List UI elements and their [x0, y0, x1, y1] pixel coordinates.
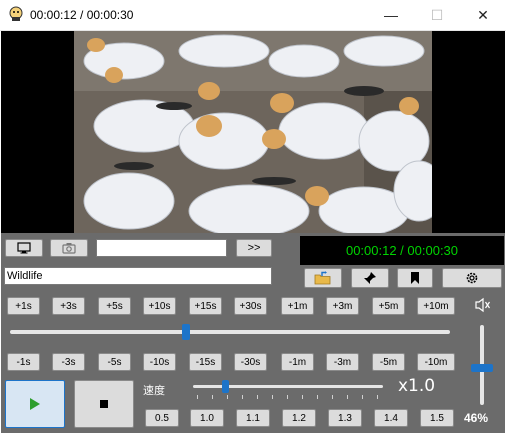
seek-track — [10, 330, 450, 334]
monitor-icon — [17, 242, 31, 254]
minimize-button[interactable]: — — [368, 0, 414, 30]
speed-tick — [242, 395, 243, 399]
jump-back-button[interactable]: -3s — [52, 353, 85, 371]
jump-forward-button[interactable]: +5s — [98, 297, 131, 315]
title-input[interactable] — [4, 267, 272, 285]
bookmark-icon — [411, 272, 419, 284]
screen-button[interactable] — [5, 239, 43, 257]
jump-back-button[interactable]: -5m — [372, 353, 405, 371]
speed-tick — [332, 395, 333, 399]
video-area[interactable] — [1, 31, 505, 233]
close-button[interactable]: ✕ — [460, 0, 506, 30]
pin-button[interactable] — [351, 268, 389, 288]
name-input[interactable] — [96, 239, 227, 257]
speed-tick — [227, 395, 228, 399]
maximize-button[interactable]: ☐ — [414, 0, 460, 30]
jump-back-button[interactable]: -5s — [98, 353, 131, 371]
next-button[interactable]: >> — [236, 239, 272, 257]
speed-preset-button[interactable]: 1.4 — [374, 409, 408, 427]
camera-icon — [62, 243, 76, 254]
speed-label: 速度 — [143, 385, 165, 397]
open-folder-button[interactable] — [304, 268, 342, 288]
speaker-icon — [475, 297, 490, 313]
window-title: 00:00:12 / 00:00:30 — [30, 8, 134, 22]
jump-back-button[interactable]: -1s — [7, 353, 40, 371]
mute-button[interactable] — [474, 297, 492, 313]
jump-back-button[interactable]: -1m — [281, 353, 314, 371]
speed-tick — [197, 395, 198, 399]
speed-preset-button[interactable]: 1.0 — [190, 409, 224, 427]
jump-back-button[interactable]: -10s — [143, 353, 176, 371]
speed-tick — [377, 395, 378, 399]
jump-forward-button[interactable]: +1m — [281, 297, 314, 315]
speed-preset-button[interactable]: 1.3 — [328, 409, 362, 427]
volume-percent: 46% — [464, 411, 489, 425]
seek-slider[interactable] — [10, 322, 450, 342]
seek-thumb[interactable] — [182, 324, 190, 340]
jump-forward-button[interactable]: +5m — [372, 297, 405, 315]
speed-value: x1.0 — [398, 376, 436, 396]
volume-slider[interactable] — [467, 325, 497, 405]
pin-icon — [364, 272, 376, 284]
title-bar: 00:00:12 / 00:00:30 — ☐ ✕ — [0, 0, 506, 31]
snapshot-button[interactable] — [50, 239, 88, 257]
speed-tick — [257, 395, 258, 399]
jump-forward-button[interactable]: +10m — [417, 297, 455, 315]
jump-back-button[interactable]: -15s — [189, 353, 222, 371]
speed-thumb[interactable] — [222, 380, 230, 393]
speed-tick — [287, 395, 288, 399]
speed-preset-button[interactable]: 1.2 — [282, 409, 316, 427]
speed-preset-button[interactable]: 1.1 — [236, 409, 270, 427]
bookmark-button[interactable] — [397, 268, 433, 288]
stop-icon — [100, 400, 108, 408]
play-button[interactable] — [5, 380, 65, 428]
speed-tick — [302, 395, 303, 399]
jump-back-button[interactable]: -10m — [417, 353, 455, 371]
settings-button[interactable] — [442, 268, 502, 288]
video-frame — [74, 31, 432, 233]
jump-forward-button[interactable]: +1s — [7, 297, 40, 315]
speed-tick — [272, 395, 273, 399]
play-icon — [30, 398, 40, 410]
jump-back-button[interactable]: -3m — [326, 353, 359, 371]
gear-icon — [466, 272, 478, 284]
speed-tick — [347, 395, 348, 399]
speed-preset-button[interactable]: 0.5 — [145, 409, 179, 427]
app-icon — [9, 6, 23, 21]
speed-tick — [317, 395, 318, 399]
speed-tick — [212, 395, 213, 399]
speed-tick — [362, 395, 363, 399]
jump-forward-button[interactable]: +3m — [326, 297, 359, 315]
volume-thumb[interactable] — [471, 364, 493, 373]
stop-button[interactable] — [74, 380, 134, 428]
jump-forward-button[interactable]: +10s — [143, 297, 176, 315]
speed-slider[interactable] — [193, 378, 383, 402]
time-display: 00:00:12 / 00:00:30 — [300, 236, 504, 265]
jump-forward-button[interactable]: +15s — [189, 297, 222, 315]
jump-forward-button[interactable]: +30s — [234, 297, 267, 315]
folder-icon — [314, 271, 331, 285]
jump-back-button[interactable]: -30s — [234, 353, 267, 371]
jump-forward-button[interactable]: +3s — [52, 297, 85, 315]
speed-preset-button[interactable]: 1.5 — [420, 409, 454, 427]
